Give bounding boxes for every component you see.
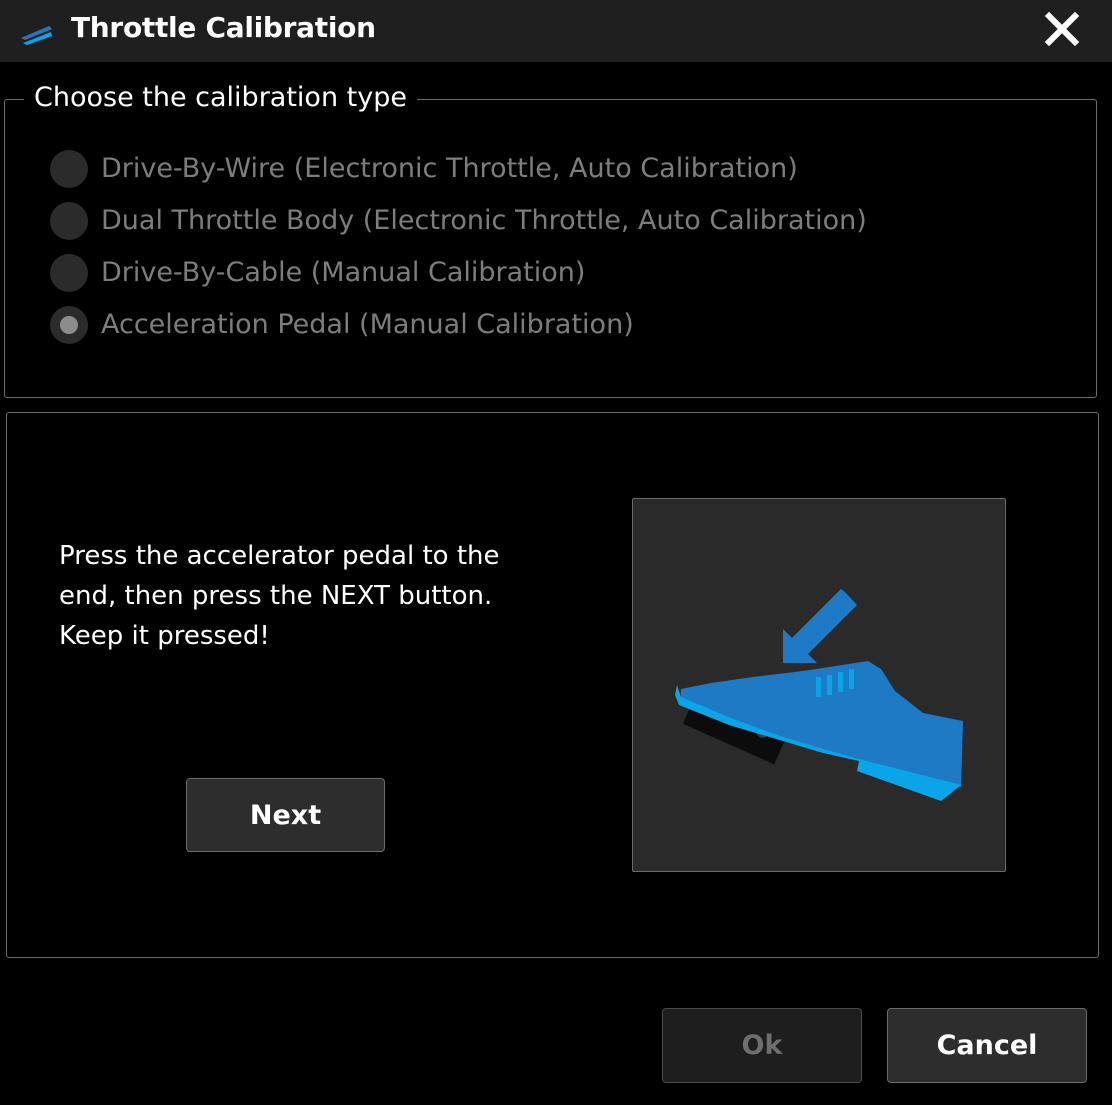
instruction-text: Press the accelerator pedal to the end, …: [59, 536, 529, 656]
radio-button[interactable]: [50, 202, 88, 240]
calibration-type-group: Choose the calibration type Drive-By-Wir…: [4, 80, 1097, 398]
window-title: Throttle Calibration: [71, 11, 376, 44]
radio-acceleration-pedal[interactable]: Acceleration Pedal (Manual Calibration): [50, 303, 634, 347]
close-button[interactable]: [1040, 8, 1084, 52]
title-bar: Throttle Calibration: [0, 0, 1112, 62]
foot-pressing-pedal-icon: [675, 589, 963, 801]
radio-label: Drive-By-Cable (Manual Calibration): [101, 257, 586, 288]
calibration-step-panel: Press the accelerator pedal to the end, …: [6, 412, 1099, 958]
cancel-button[interactable]: Cancel: [887, 1008, 1087, 1083]
throttle-calibration-dialog: Throttle Calibration Choose the calibrat…: [0, 0, 1112, 1105]
radio-button[interactable]: [50, 150, 88, 188]
radio-button-selected[interactable]: [50, 306, 88, 344]
radio-label: Acceleration Pedal (Manual Calibration): [101, 309, 634, 340]
radio-drive-by-wire[interactable]: Drive-By-Wire (Electronic Throttle, Auto…: [50, 147, 798, 191]
radio-drive-by-cable[interactable]: Drive-By-Cable (Manual Calibration): [50, 251, 585, 295]
ok-button-disabled[interactable]: Ok: [662, 1008, 862, 1083]
radio-button[interactable]: [50, 254, 88, 292]
close-icon: [1044, 11, 1080, 47]
instruction-line: Keep it pressed!: [59, 621, 270, 651]
radio-label: Drive-By-Wire (Electronic Throttle, Auto…: [101, 153, 798, 184]
radio-dual-throttle-body[interactable]: Dual Throttle Body (Electronic Throttle,…: [50, 199, 867, 243]
pedal-illustration: [632, 498, 1006, 872]
group-legend: Choose the calibration type: [24, 80, 417, 116]
instruction-line: Press the accelerator pedal to the: [59, 541, 500, 571]
speed-stripes-icon: [19, 24, 53, 46]
radio-label: Dual Throttle Body (Electronic Throttle,…: [101, 205, 867, 236]
instruction-line: end, then press the NEXT button.: [59, 581, 493, 611]
next-button[interactable]: Next: [186, 778, 385, 852]
